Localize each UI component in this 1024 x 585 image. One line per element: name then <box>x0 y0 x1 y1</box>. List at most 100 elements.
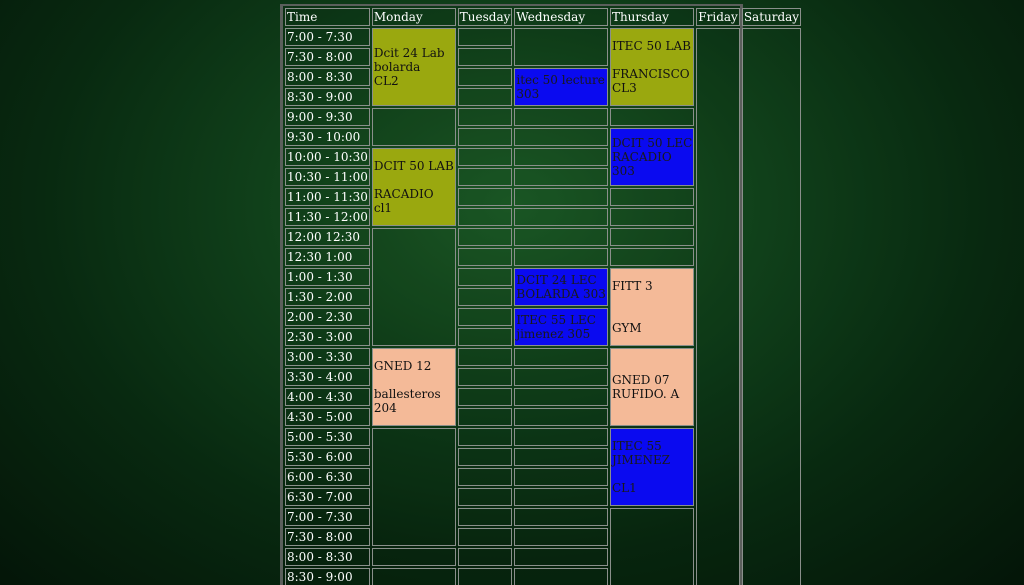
event-title: GNED 07 <box>611 373 670 387</box>
event-dcit50-lab[interactable]: DCIT 50 LAB RACADIO cl1 <box>371 148 456 226</box>
time-slot: 8:00 - 8:30 <box>285 548 370 566</box>
empty-cell <box>457 428 513 446</box>
empty-cell <box>457 88 513 106</box>
empty-cell <box>514 568 608 585</box>
empty-cell <box>457 448 513 466</box>
empty-cell <box>457 168 513 186</box>
empty-cell <box>371 108 456 146</box>
header-monday: Monday <box>371 8 456 26</box>
event-room: CL3 <box>611 81 637 95</box>
empty-cell <box>457 528 513 546</box>
header-wednesday: Wednesday <box>514 8 608 26</box>
time-slot: 3:30 - 4:00 <box>285 368 370 386</box>
empty-cell <box>514 428 608 446</box>
empty-cell <box>609 508 695 585</box>
empty-cell <box>457 188 513 206</box>
time-slot: 4:30 - 5:00 <box>285 408 370 426</box>
time-slot: 8:30 - 9:00 <box>285 568 370 585</box>
event-fitt3[interactable]: FITT 3 GYM <box>609 268 695 346</box>
time-slot: 5:00 - 5:30 <box>285 428 370 446</box>
time-slot: 2:30 - 3:00 <box>285 328 370 346</box>
empty-cell <box>514 348 608 366</box>
event-instructor: RACADIO <box>373 187 434 201</box>
empty-cell <box>457 468 513 486</box>
empty-cell <box>457 568 513 585</box>
empty-cell <box>457 368 513 386</box>
event-itec55[interactable]: ITEC 55 JIMENEZ CL1 <box>609 428 695 506</box>
event-title: itec 50 lecture <box>516 73 605 87</box>
empty-cell <box>609 188 695 206</box>
event-room: 204 <box>373 401 397 415</box>
event-gned07[interactable]: GNED 07 RUFIDO. A <box>609 348 695 426</box>
empty-cell <box>514 148 608 166</box>
header-time: Time <box>285 8 370 26</box>
time-slot: 11:30 - 12:00 <box>285 208 370 226</box>
empty-cell <box>457 148 513 166</box>
empty-cell <box>609 228 695 246</box>
empty-cell <box>457 128 513 146</box>
class-schedule-table: Time Monday Tuesday Wednesday Thursday F… <box>283 6 803 585</box>
event-instructor: JIMENEZ <box>611 453 671 467</box>
event-itec55-lec[interactable]: ITEC 55 LEC jimenez 305 <box>514 308 608 346</box>
empty-cell <box>457 208 513 226</box>
time-slot: 7:30 - 8:00 <box>285 528 370 546</box>
time-slot: 6:30 - 7:00 <box>285 488 370 506</box>
header-tuesday: Tuesday <box>457 8 513 26</box>
event-title: FITT 3 <box>611 279 653 293</box>
event-instructor: jimenez 305 <box>516 327 591 341</box>
event-title: DCIT 50 LEC <box>611 136 693 150</box>
empty-cell <box>514 488 608 506</box>
empty-cell <box>514 548 608 566</box>
empty-cell <box>514 28 608 66</box>
event-title: ITEC 55 LEC <box>516 313 596 327</box>
empty-cell <box>457 548 513 566</box>
empty-cell <box>514 248 608 266</box>
time-slot: 10:00 - 10:30 <box>285 148 370 166</box>
event-room: 303 <box>516 87 540 101</box>
time-slot: 7:00 - 7:30 <box>285 508 370 526</box>
empty-cell <box>457 68 513 86</box>
event-dcit24-lab[interactable]: Dcit 24 Lab bolarda CL2 <box>371 28 456 106</box>
time-slot: 1:00 - 1:30 <box>285 268 370 286</box>
time-slot: 7:00 - 7:30 <box>285 28 370 46</box>
empty-cell <box>514 388 608 406</box>
header-thursday: Thursday <box>609 8 695 26</box>
empty-cell <box>371 428 456 546</box>
time-slot: 8:30 - 9:00 <box>285 88 370 106</box>
event-instructor: ballesteros <box>373 387 441 401</box>
empty-cell <box>457 388 513 406</box>
event-itec50-lab[interactable]: ITEC 50 LAB FRANCISCO CL3 <box>609 28 695 106</box>
event-dcit50-lec[interactable]: DCIT 50 LEC RACADIO 303 <box>609 128 695 186</box>
empty-cell <box>514 128 608 146</box>
empty-cell <box>514 528 608 546</box>
time-slot: 2:00 - 2:30 <box>285 308 370 326</box>
event-title: ITEC 50 LAB <box>611 39 691 53</box>
event-dcit24-lec[interactable]: DCIT 24 LEC BOLARDA 303 <box>514 268 608 306</box>
event-room: cl1 <box>373 201 393 215</box>
empty-cell <box>371 568 456 585</box>
event-instructor: FRANCISCO <box>611 67 690 81</box>
empty-cell <box>371 548 456 566</box>
empty-cell <box>514 408 608 426</box>
event-title: DCIT 24 LEC <box>516 273 597 287</box>
event-gned12[interactable]: GNED 12 ballesteros 204 <box>371 348 456 426</box>
empty-cell <box>457 508 513 526</box>
empty-cell <box>514 228 608 246</box>
time-slot: 4:00 - 4:30 <box>285 388 370 406</box>
empty-cell <box>457 228 513 246</box>
event-room: 303 <box>611 164 635 178</box>
event-title: Dcit 24 Lab <box>373 46 445 60</box>
empty-cell <box>457 248 513 266</box>
event-itec50-lecture[interactable]: itec 50 lecture 303 <box>514 68 608 106</box>
time-slot: 8:00 - 8:30 <box>285 68 370 86</box>
time-slot: 9:00 - 9:30 <box>285 108 370 126</box>
empty-cell <box>457 48 513 66</box>
empty-cell <box>609 108 695 126</box>
event-instructor: bolarda <box>373 60 421 74</box>
empty-cell <box>514 108 608 126</box>
event-instructor: BOLARDA 303 <box>516 287 606 301</box>
time-slot: 10:30 - 11:00 <box>285 168 370 186</box>
time-row: 7:00 - 7:30 Dcit 24 Lab bolarda CL2 ITEC… <box>285 28 802 585</box>
empty-cell <box>514 368 608 386</box>
event-instructor: RUFIDO. A <box>611 387 680 401</box>
